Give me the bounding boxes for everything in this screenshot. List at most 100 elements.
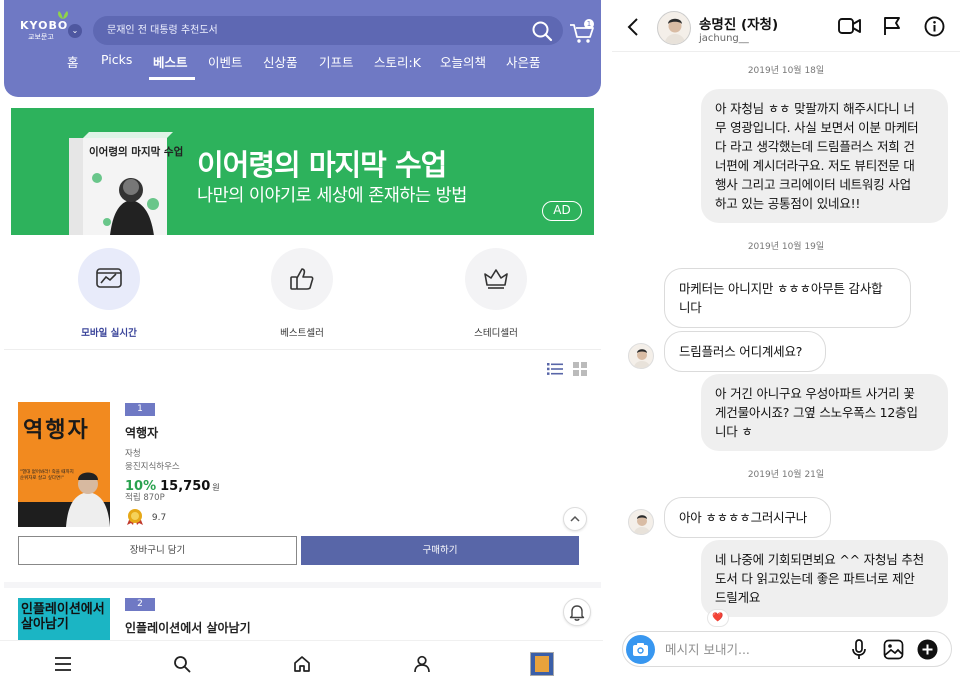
date-separator: 2019년 10월 21일	[747, 470, 825, 480]
nav-tab-best[interactable]: 베스트	[153, 52, 188, 71]
quick-menu-label: 모바일 실시간	[81, 328, 137, 339]
message-line: 니다 ㅎ	[715, 424, 753, 439]
message-line: 도서 다 읽고있는데 좋은 파트너로 제안	[715, 571, 915, 586]
nav-tab-todays-book[interactable]: 오늘의책	[440, 52, 486, 71]
message-line: 다 라고 생각했는데 드림플러스 저희 건	[715, 139, 915, 154]
user-icon[interactable]	[413, 655, 431, 673]
menu-icon[interactable]	[54, 655, 72, 673]
back-arrow-icon[interactable]	[626, 17, 640, 37]
quick-menu-circle	[78, 248, 140, 310]
quick-menu-mobile-realtime[interactable]: 모바일 실시간	[49, 248, 169, 339]
category-nav: 홈 Picks 베스트 이벤트 신상품 기프트 스토리:K 오늘의책 사은품	[4, 52, 601, 80]
cover-title-line-2: 살아남기	[21, 617, 69, 632]
incoming-message[interactable]: 아아 ㅎㅎㅎㅎ그러시구나	[664, 497, 831, 538]
rank-badge: 1	[125, 403, 155, 416]
direct-message-screen: 송명진 (자청) jachung__ 2019년 10월 18일 아 자청님 ㅎ…	[612, 0, 960, 690]
banner-subtitle: 나만의 이야기로 세상에 존재하는 방법	[197, 186, 467, 206]
search-bar	[93, 16, 563, 45]
avatar-photo	[633, 349, 651, 368]
avatar-photo	[633, 515, 651, 534]
logo-text: KYOBO	[20, 19, 69, 32]
nav-tab-freebie[interactable]: 사은품	[506, 52, 541, 71]
incoming-message[interactable]: 드림플러스 어디계세요?	[664, 331, 826, 372]
nav-tab-home[interactable]: 홈	[67, 52, 79, 71]
message-line: 아아 ㅎㅎㅎㅎ그러시구나	[679, 510, 808, 525]
message-line: 네 나중에 기회되면뵈요 ^^ 자청님 추천	[715, 552, 924, 567]
book-author[interactable]: 자청	[125, 447, 141, 459]
book-title[interactable]: 역행자	[125, 424, 158, 441]
book-list-item: 역행자 "열대 없어봐라! 죽을 때까지 순위자로 살고 싶다면!" 1 역행자…	[4, 388, 601, 578]
quick-menu: 모바일 실시간 베스트셀러 스테디셀러	[4, 238, 601, 350]
recent-book-thumbnail[interactable]	[530, 652, 554, 676]
nav-tab-event[interactable]: 이벤트	[208, 52, 243, 71]
buy-now-button[interactable]: 구매하기	[301, 536, 579, 565]
message-line: 드릴게요	[715, 590, 761, 605]
leaf-icon	[58, 11, 68, 19]
collapse-button[interactable]	[563, 507, 587, 531]
grid-view-icon[interactable]	[573, 362, 587, 376]
quick-menu-bestseller[interactable]: 베스트셀러	[242, 248, 362, 339]
kyobo-logo[interactable]: KYOBO 교보문고	[20, 11, 70, 42]
contact-avatar[interactable]	[657, 11, 691, 45]
outgoing-message[interactable]: 아 거긴 아니구요 우성아파트 사거리 꽃 게건물아시죠? 그옆 스노우폭스 1…	[701, 374, 948, 451]
microphone-icon[interactable]	[851, 639, 867, 661]
ad-banner[interactable]: 이어령의 마지막 수업 이어령의 마지막 수업 나만의 이야기로 세상에 존재하…	[11, 108, 594, 235]
book-cover[interactable]: 인플레이션에서 살아남기	[18, 598, 110, 640]
search-input[interactable]	[105, 16, 525, 45]
message-composer	[622, 631, 952, 667]
nav-tab-picks[interactable]: Picks	[101, 52, 132, 67]
message-line: 행사 그리고 크리에이터 네트워킹 사업	[715, 177, 911, 192]
home-icon[interactable]	[293, 655, 311, 673]
message-line: 드림플러스 어디계세요?	[679, 344, 803, 359]
chevron-down-icon[interactable]: ⌄	[68, 24, 82, 38]
heart-reaction[interactable]: ❤️	[707, 609, 729, 627]
quick-menu-label: 베스트셀러	[280, 328, 324, 339]
cover-title-line-1: 인플레이션에서	[21, 602, 105, 617]
nav-tab-story[interactable]: 스토리:K	[374, 52, 421, 71]
book-cover-title: 인플레이션에서 살아남기	[21, 602, 105, 632]
thumbs-up-icon	[290, 268, 314, 290]
notification-button[interactable]	[563, 598, 591, 626]
message-line: 하고 있는 공통점이 있네요!!	[715, 196, 861, 211]
search-icon[interactable]	[531, 20, 553, 42]
camera-button[interactable]	[626, 635, 655, 664]
book-title[interactable]: 인플레이션에서 살아남기	[125, 619, 251, 636]
crown-icon	[484, 269, 508, 289]
contact-avatar-small[interactable]	[628, 343, 654, 369]
banner-book-cover	[69, 132, 173, 235]
flag-report-icon[interactable]	[882, 16, 902, 36]
message-input[interactable]	[663, 632, 843, 666]
date-separator: 2019년 10월 19일	[747, 242, 825, 252]
date-separator: 2019년 10월 18일	[747, 66, 825, 76]
add-to-cart-button[interactable]: 장바구니 담기	[18, 536, 297, 565]
search-icon[interactable]	[173, 655, 191, 673]
quick-menu-circle	[465, 248, 527, 310]
award-medal-icon	[127, 509, 143, 525]
logo-subtext: 교보문고	[28, 33, 54, 41]
chart-monitor-icon	[96, 268, 122, 288]
book-cover[interactable]: 역행자 "열대 없어봐라! 죽을 때까지 순위자로 살고 싶다면!"	[18, 402, 110, 527]
quick-menu-steadyseller[interactable]: 스테디셀러	[436, 248, 556, 339]
active-tab-indicator	[149, 77, 195, 80]
image-gallery-icon[interactable]	[883, 639, 904, 660]
outgoing-message[interactable]: 네 나중에 기회되면뵈요 ^^ 자청님 추천 도서 다 읽고있는데 좋은 파트너…	[701, 540, 948, 617]
list-view-icon[interactable]	[547, 362, 563, 376]
message-line: 아 거긴 아니구요 우성아파트 사거리 꽃	[715, 386, 915, 401]
outgoing-message[interactable]: 아 자청님 ㅎㅎ 맞팔까지 해주시다니 너 무 영광입니다. 사실 보면서 이분…	[701, 89, 948, 223]
contact-avatar-small[interactable]	[628, 509, 654, 535]
video-call-icon[interactable]	[838, 16, 861, 36]
message-line: 아 자청님 ㅎㅎ 맞팔까지 해주시다니 너	[715, 101, 915, 116]
contact-name[interactable]: 송명진 (자청)	[699, 13, 778, 33]
incoming-message[interactable]: 마케터는 아니지만 ㅎㅎㅎ아무튼 감사합 니다	[664, 268, 911, 328]
add-more-icon[interactable]	[917, 639, 938, 660]
nav-tab-gift[interactable]: 기프트	[319, 52, 354, 71]
book-rating: 9.7	[125, 508, 166, 526]
cart-count-badge: 1	[584, 19, 594, 29]
app-header: KYOBO 교보문고 ⌄ 1 홈 Picks 베스트 이벤트 신상품 기프트 스…	[4, 0, 601, 97]
reward-points: 적립 870P	[125, 493, 165, 503]
nav-tab-new[interactable]: 신상품	[263, 52, 298, 71]
message-line: 마케터는 아니지만 ㅎㅎㅎ아무튼 감사합	[679, 281, 883, 296]
contact-username: jachung__	[699, 33, 749, 44]
chevron-up-icon	[570, 515, 580, 522]
info-icon[interactable]	[924, 16, 945, 37]
